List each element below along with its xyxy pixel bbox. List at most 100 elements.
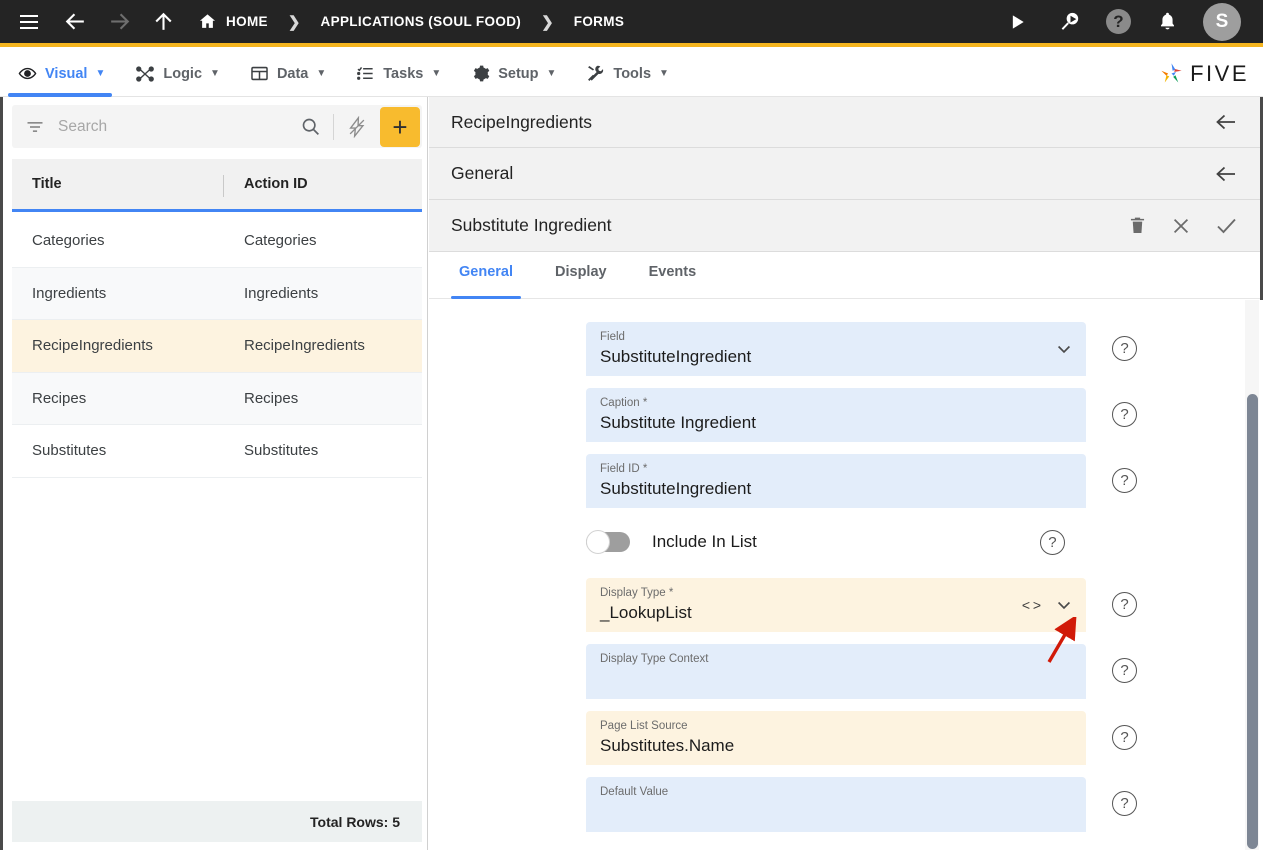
cell-action-id: Recipes <box>244 389 299 407</box>
search-debug-icon[interactable] <box>1053 5 1087 39</box>
menu-item-logic[interactable]: Logic ▼ <box>120 51 235 97</box>
plus-icon: + <box>392 111 408 142</box>
tab-general[interactable]: General <box>451 252 521 299</box>
section-title: General <box>451 163 514 183</box>
eye-icon <box>18 64 37 83</box>
confirm-check-icon[interactable] <box>1214 214 1238 238</box>
logic-nodes-icon <box>135 64 155 84</box>
help-icon[interactable]: ? <box>1039 529 1065 555</box>
field-label: Page List Source <box>600 720 688 732</box>
display-type-dropdown-chevron[interactable] <box>1054 595 1074 615</box>
avatar-initial: S <box>1215 10 1229 32</box>
field-display-type[interactable]: Display Type * _LookupList < > <box>586 578 1086 632</box>
search-input[interactable] <box>58 117 291 136</box>
table-row[interactable]: Categories Categories <box>12 215 422 268</box>
list-table-body: Categories Categories Ingredients Ingred… <box>12 215 422 787</box>
breadcrumb-label-applications[interactable]: APPLICATIONS (SOUL FOOD) <box>320 14 521 29</box>
field-field[interactable]: Field SubstituteIngredient <box>586 322 1086 376</box>
chevron-down-icon[interactable] <box>1054 339 1074 359</box>
menu-item-setup[interactable]: Setup ▼ <box>456 51 571 97</box>
table-row-selected[interactable]: RecipeIngredients RecipeIngredients <box>12 320 422 373</box>
notification-bell-icon[interactable] <box>1150 5 1184 39</box>
filter-icon[interactable] <box>12 117 58 137</box>
help-glyph: ? <box>1120 729 1129 746</box>
tab-events[interactable]: Events <box>641 252 705 299</box>
up-arrow-icon[interactable] <box>146 5 180 39</box>
help-icon[interactable]: ? <box>1112 468 1137 493</box>
close-x-icon[interactable] <box>1170 215 1192 237</box>
avatar[interactable]: S <box>1203 2 1241 41</box>
field-value <box>600 800 1072 823</box>
form-fields-area: Field SubstituteIngredient ? Caption * S… <box>429 300 1263 850</box>
total-rows-label: Total Rows: 5 <box>310 813 400 830</box>
menu-item-tasks[interactable]: Tasks ▼ <box>341 51 456 97</box>
help-icon[interactable]: ? <box>1112 658 1137 683</box>
field-field-id[interactable]: Field ID * SubstituteIngredient <box>586 454 1086 508</box>
back-arrow-icon[interactable] <box>1214 110 1238 134</box>
lightning-slash-icon[interactable] <box>338 115 376 138</box>
chevron-down-icon: ▼ <box>546 67 557 79</box>
breadcrumb-home[interactable]: HOME <box>198 12 268 31</box>
back-arrow-icon[interactable] <box>1214 162 1238 186</box>
back-arrow-icon[interactable] <box>58 5 92 39</box>
table-grid-icon <box>250 64 269 83</box>
menu-label-tools: Tools <box>613 65 652 82</box>
record-header: Substitute Ingredient <box>429 200 1260 252</box>
cell-action-id: RecipeIngredients <box>244 337 365 355</box>
detail-breadcrumb-general: General <box>429 148 1260 200</box>
delete-trash-icon[interactable] <box>1127 215 1148 236</box>
field-label: Display Type Context <box>600 653 709 665</box>
home-icon <box>198 12 217 31</box>
field-default-value[interactable]: Default Value <box>586 777 1086 832</box>
form-row-field: Field SubstituteIngredient ? <box>429 322 1241 376</box>
field-value: _LookupList <box>600 603 692 622</box>
field-page-list-source[interactable]: Page List Source Substitutes.Name <box>586 711 1086 765</box>
form-row-page-list-source: Page List Source Substitutes.Name ? <box>429 711 1241 765</box>
field-value: SubstituteIngredient <box>600 479 752 498</box>
hamburger-icon[interactable] <box>12 5 46 39</box>
help-icon[interactable]: ? <box>1112 791 1137 816</box>
menu-label-logic: Logic <box>163 65 203 82</box>
page-title: RecipeIngredients <box>451 111 593 132</box>
forms-list-panel: + Title Action ID Categories Categories … <box>0 97 428 850</box>
field-display-type-context[interactable]: Display Type Context <box>586 644 1086 699</box>
table-row[interactable]: Recipes Recipes <box>12 372 422 425</box>
menu-item-tools[interactable]: Tools ▼ <box>571 51 684 97</box>
form-scrollbar-thumb[interactable] <box>1247 394 1258 849</box>
field-label: Caption * <box>600 397 648 409</box>
five-star-icon <box>1158 60 1185 87</box>
help-icon[interactable]: ? <box>1112 725 1137 750</box>
search-bar: + <box>12 105 422 148</box>
tab-label-general: General <box>459 264 513 280</box>
five-wordmark: FIVE <box>1190 60 1249 86</box>
search-icon[interactable] <box>291 116 329 137</box>
help-icon[interactable]: ? <box>1106 9 1131 34</box>
table-row[interactable]: Ingredients Ingredients <box>12 267 422 320</box>
breadcrumb-label-forms[interactable]: FORMS <box>574 14 625 29</box>
tab-display[interactable]: Display <box>547 252 615 299</box>
column-header-action-id[interactable]: Action ID <box>224 176 422 192</box>
breadcrumb-label-home: HOME <box>226 14 268 29</box>
field-caption[interactable]: Caption * Substitute Ingredient <box>586 388 1086 442</box>
field-label: Default Value <box>600 786 669 798</box>
menu-item-visual[interactable]: Visual ▼ <box>0 51 120 97</box>
help-icon[interactable]: ? <box>1112 336 1137 361</box>
menu-label-tasks: Tasks <box>383 65 424 82</box>
application-menu-bar: Visual ▼ Logic ▼ Data ▼ Tasks ▼ Setup ▼ … <box>0 51 1263 97</box>
form-row-include-in-list: Include In List ? <box>429 520 1241 564</box>
tab-label-events: Events <box>648 264 697 280</box>
help-icon[interactable]: ? <box>1112 402 1137 427</box>
column-header-title[interactable]: Title <box>12 176 224 192</box>
help-icon[interactable]: ? <box>1112 592 1137 617</box>
code-brackets-icon[interactable]: < > <box>1022 597 1042 613</box>
forward-arrow-icon[interactable] <box>102 5 136 39</box>
cell-title: Substitutes <box>32 442 107 460</box>
chevron-down-icon: ▼ <box>95 67 106 79</box>
field-label: Field <box>600 331 625 343</box>
table-row[interactable]: Substitutes Substitutes <box>12 425 422 478</box>
run-play-icon[interactable] <box>1000 5 1034 39</box>
menu-item-data[interactable]: Data ▼ <box>235 51 341 97</box>
add-form-button[interactable]: + <box>380 106 420 147</box>
include-in-list-toggle[interactable] <box>586 530 630 554</box>
form-row-default-value: Default Value ? <box>429 777 1241 832</box>
